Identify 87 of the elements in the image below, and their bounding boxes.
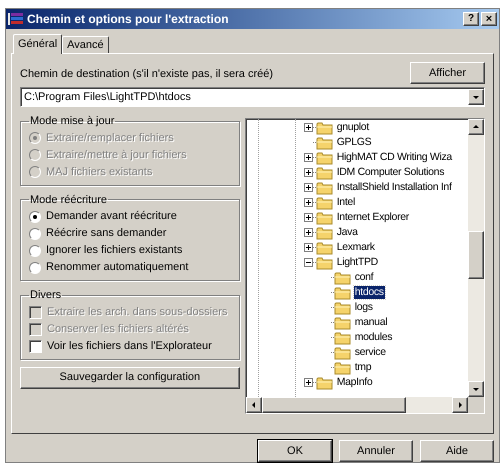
vertical-scrollbar[interactable] [468, 119, 484, 397]
folder-icon [334, 286, 351, 300]
destination-label: Chemin de destination (s'il n'existe pas, il sera créé) [20, 66, 274, 82]
dialog-button[interactable]: Annuler [339, 440, 413, 462]
expand-icon[interactable] [304, 153, 313, 162]
folder-name[interactable]: Lexmark [336, 241, 376, 254]
folder-icon [334, 270, 351, 284]
destination-path: C:\Program Files\LightTPD\htdocs [23, 90, 192, 105]
dialog-button[interactable]: Aide [420, 440, 494, 462]
tab[interactable]: Général [13, 34, 62, 54]
option-label: MAJ fichiers existants [46, 164, 152, 180]
folder-name[interactable]: logs [354, 301, 374, 314]
window-title: Chemin et options pour l'extraction [27, 11, 229, 28]
help-button[interactable]: ? [463, 12, 479, 26]
scroll-left-icon[interactable] [246, 397, 262, 413]
folder-icon [316, 376, 333, 390]
scroll-right-icon[interactable] [452, 397, 468, 413]
expand-icon[interactable] [304, 198, 313, 207]
folder-icon [316, 226, 333, 240]
folder-icon [334, 316, 351, 330]
radio-button[interactable] [29, 210, 41, 222]
folder-name[interactable]: tmp [354, 361, 372, 374]
group-title: Mode mise à jour [29, 114, 116, 129]
expand-icon[interactable] [304, 243, 313, 252]
collapse-icon[interactable] [304, 258, 313, 267]
save-config-button[interactable]: Sauvegarder la configuration [20, 366, 240, 388]
folder-name[interactable]: gnuplot [336, 121, 370, 134]
expand-icon[interactable] [304, 183, 313, 192]
folder-icon [316, 166, 333, 180]
dialog-button[interactable]: OK [258, 440, 332, 462]
folder-name[interactable]: service [354, 346, 387, 359]
folder-name[interactable]: conf [354, 271, 374, 284]
folder-icon [316, 180, 333, 194]
radio-button[interactable] [29, 244, 41, 256]
folder-name[interactable]: manual [354, 316, 388, 329]
tab[interactable]: Avancé [62, 36, 109, 53]
folder-icon [316, 256, 333, 270]
option-label: Extraire les arch. dans sous-dossiers [47, 304, 228, 320]
option-label: Voir les fichiers dans l'Explorateur [47, 338, 212, 354]
folder-name[interactable]: GPLGS [336, 136, 372, 149]
folder-name[interactable]: htdocs [354, 286, 385, 299]
option-label: Extraire/remplacer fichiers [46, 130, 174, 146]
expand-icon[interactable] [304, 378, 313, 387]
group-title: Mode réécriture [29, 192, 108, 208]
radio-button[interactable] [29, 228, 41, 240]
archive-icon [8, 12, 24, 26]
expand-icon[interactable] [304, 213, 313, 222]
scroll-down-icon[interactable] [468, 381, 484, 397]
folder-icon [334, 360, 351, 374]
folder-name[interactable]: modules [354, 331, 394, 344]
folder-icon [316, 150, 333, 164]
option-label: Réécrire sans demander [46, 226, 166, 242]
option-label: Ignorer les fichiers existants [46, 243, 182, 258]
folder-name[interactable]: MapInfo [336, 376, 374, 389]
scrollbar-corner [468, 397, 484, 413]
show-button[interactable]: Afficher [410, 62, 485, 84]
folder-name[interactable]: LightTPD [336, 256, 379, 269]
option-label: Demander avant réécriture [46, 209, 177, 224]
folder-icon [334, 300, 351, 314]
scroll-thumb[interactable] [262, 397, 406, 413]
option-label: Conserver les fichiers altérés [47, 322, 189, 337]
expand-icon[interactable] [304, 168, 313, 177]
radio-button[interactable] [29, 262, 41, 274]
folder-name[interactable]: Intel [336, 196, 356, 209]
folder-name[interactable]: HighMAT CD Writing Wiza [336, 151, 453, 164]
option-label: Renommer automatiquement [46, 260, 188, 276]
option-label: Extraire/mettre à jour fichiers [46, 148, 187, 163]
checkbox[interactable] [29, 340, 42, 352]
folder-icon [316, 196, 333, 210]
folder-icon [316, 136, 333, 150]
folder-icon [334, 346, 351, 360]
expand-icon[interactable] [304, 228, 313, 237]
folder-name[interactable]: Internet Explorer [336, 211, 410, 224]
folder-name[interactable]: IDM Computer Solutions [336, 166, 446, 179]
folder-icon [334, 330, 351, 344]
expand-icon[interactable] [304, 123, 313, 132]
folder-name[interactable]: InstallShield Installation Inf [336, 181, 453, 194]
scroll-up-icon[interactable] [468, 119, 484, 135]
folder-icon [316, 120, 333, 134]
close-button[interactable]: × [481, 12, 497, 26]
destination-combobox[interactable]: C:\Program Files\LightTPD\htdocs [20, 87, 485, 107]
group-title: Divers [29, 288, 62, 303]
folder-icon [316, 210, 333, 224]
folder-icon [316, 240, 333, 254]
horizontal-scrollbar[interactable] [246, 397, 468, 413]
scroll-thumb[interactable] [468, 231, 484, 279]
folder-name[interactable]: Java [336, 226, 359, 239]
